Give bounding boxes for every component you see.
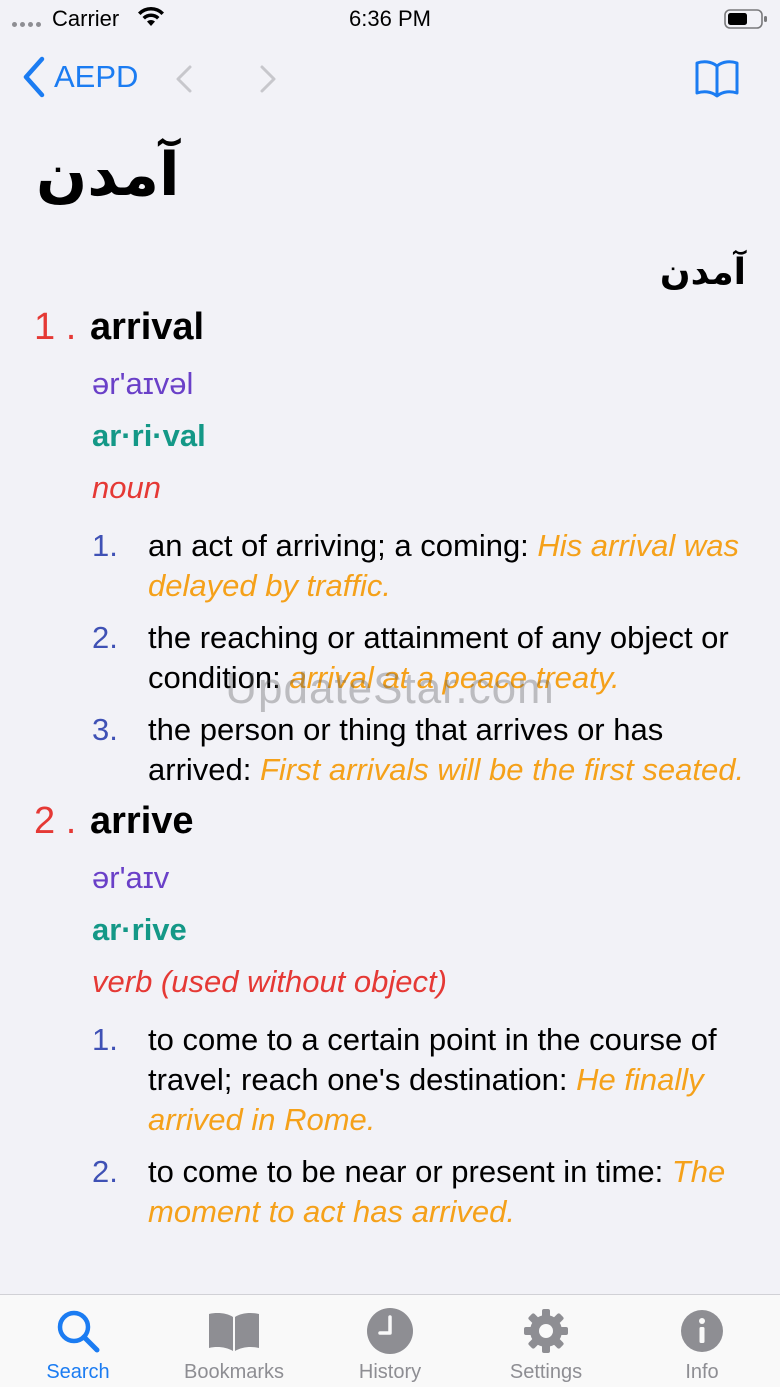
sense-word: arrive bbox=[90, 800, 194, 842]
definition-item: 1. an act of arriving; a coming: His arr… bbox=[92, 526, 750, 606]
battery-icon bbox=[724, 9, 767, 29]
tab-label: History bbox=[358, 1361, 422, 1383]
sense-number: 2 . bbox=[34, 800, 77, 842]
example-text: arrival at a peace treaty. bbox=[289, 660, 620, 695]
definition-number: 1. bbox=[92, 1022, 118, 1057]
tab-settings[interactable]: Settings bbox=[468, 1295, 624, 1387]
definition-item: 2. to come to be near or present in time… bbox=[92, 1152, 750, 1232]
tab-history[interactable]: History bbox=[312, 1295, 468, 1387]
tab-bookmarks[interactable]: Bookmarks bbox=[156, 1295, 312, 1387]
definition-number: 2. bbox=[92, 620, 118, 655]
back-button[interactable]: AEPD bbox=[22, 56, 138, 98]
definition-text: an act of arriving; a coming: bbox=[148, 528, 538, 563]
part-of-speech: noun bbox=[92, 470, 161, 505]
tab-label: Search bbox=[46, 1361, 110, 1383]
book-icon[interactable] bbox=[694, 58, 740, 98]
definition-content[interactable]: 1 . arrival ər'aɪvəl ar·ri·val noun 1. a… bbox=[0, 306, 780, 1294]
syllabification: ar·ri·val bbox=[92, 418, 206, 453]
definition-list: 1. to come to a certain point in the cou… bbox=[0, 1020, 780, 1232]
definition-text: to come to be near or present in time: bbox=[148, 1154, 672, 1189]
sense-entry: 1 . arrival ər'aɪvəl ar·ri·val noun 1. a… bbox=[0, 306, 780, 790]
info-icon bbox=[681, 1310, 723, 1352]
definition-item: 3. the person or thing that arrives or h… bbox=[92, 710, 750, 790]
clock-time: 6:36 PM bbox=[349, 6, 431, 31]
gear-icon bbox=[524, 1309, 568, 1353]
tab-label: Info bbox=[685, 1361, 719, 1383]
pronunciation: ər'aɪv bbox=[92, 860, 170, 895]
pronunciation: ər'aɪvəl bbox=[92, 366, 194, 401]
tab-search[interactable]: Search bbox=[0, 1295, 156, 1387]
search-icon bbox=[57, 1310, 100, 1353]
definition-number: 2. bbox=[92, 1154, 118, 1189]
tab-label: Bookmarks bbox=[183, 1361, 285, 1383]
sense-header: 1 . arrival bbox=[0, 306, 780, 358]
clock-icon bbox=[367, 1308, 413, 1354]
syllabification: ar·rive bbox=[92, 912, 187, 947]
previous-arrow-icon[interactable] bbox=[174, 64, 194, 94]
chevron-left-icon bbox=[23, 56, 45, 98]
headword-title: آمدن bbox=[36, 140, 180, 210]
tab-label: Settings bbox=[509, 1361, 583, 1383]
sense-header: 2 . arrive bbox=[0, 800, 780, 852]
entry-headword: آمدن bbox=[659, 252, 746, 293]
sense-number: 1 . bbox=[34, 306, 77, 348]
sense-word: arrival bbox=[90, 306, 205, 348]
book-icon bbox=[209, 1313, 259, 1351]
status-bar: Carrier 6:36 PM bbox=[0, 0, 780, 40]
sense-entry: 2 . arrive ər'aɪv ar·rive verb (used wit… bbox=[0, 800, 780, 1232]
back-label: AEPD bbox=[54, 59, 139, 94]
definition-number: 3. bbox=[92, 712, 118, 747]
definition-list: 1. an act of arriving; a coming: His arr… bbox=[0, 526, 780, 790]
definition-number: 1. bbox=[92, 528, 118, 563]
next-arrow-icon[interactable] bbox=[258, 64, 278, 94]
tab-info[interactable]: Info bbox=[624, 1295, 780, 1387]
definition-item: 2. the reaching or attainment of any obj… bbox=[92, 618, 750, 698]
example-text: First arrivals will be the first seated. bbox=[259, 752, 745, 787]
tab-bar: Search Bookmarks History Settings Info bbox=[0, 1294, 780, 1387]
definition-item: 1. to come to a certain point in the cou… bbox=[92, 1020, 750, 1140]
part-of-speech: verb (used without object) bbox=[92, 964, 447, 999]
